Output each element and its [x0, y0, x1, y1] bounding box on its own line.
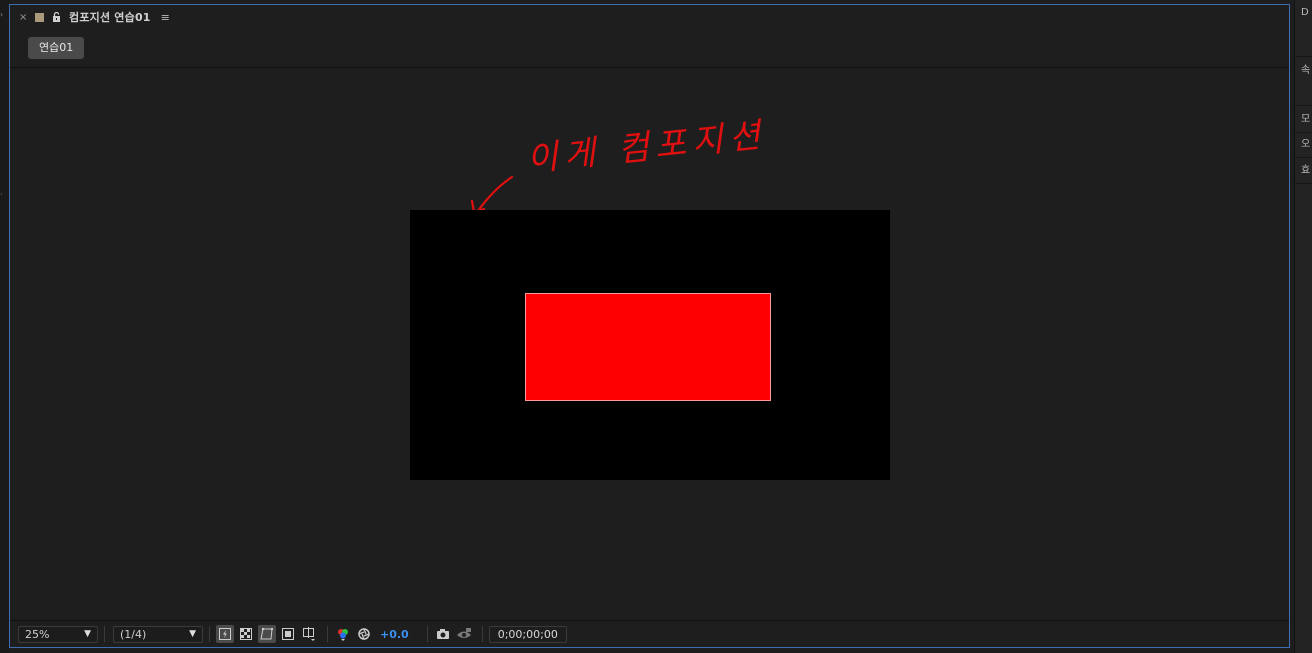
lock-icon[interactable]: [52, 12, 61, 22]
left-panel-edge: › ·: [0, 0, 9, 653]
region-of-interest-button[interactable]: [279, 625, 297, 643]
chevron-down-icon: ▼: [189, 629, 196, 639]
zoom-dropdown[interactable]: 25% ▼: [18, 625, 98, 643]
show-channel-button[interactable]: [334, 625, 352, 643]
mask-path-icon: [260, 628, 273, 640]
toolbar-divider: [426, 626, 428, 642]
composition-panel: × 컴포지션 연습01 ≡ 연습01 이게 컴포지션 25% ▼ (1/4) ▼…: [9, 4, 1290, 648]
resolution-dropdown[interactable]: (1/4) ▼: [113, 625, 203, 643]
zoom-value: 25%: [25, 627, 50, 641]
current-time-display[interactable]: 0;00;00;00: [488, 625, 567, 643]
transparency-grid-button[interactable]: [237, 625, 255, 643]
composition-breadcrumb-button[interactable]: 연습01: [28, 37, 85, 59]
breadcrumb: 연습01: [10, 29, 1289, 68]
right-panel-tab[interactable]: 효: [1295, 160, 1312, 184]
toolbar-divider: [327, 626, 328, 642]
composition-canvas[interactable]: [410, 210, 890, 480]
composition-viewer[interactable]: 이게 컴포지션: [10, 68, 1289, 622]
fast-previews-button[interactable]: [216, 625, 234, 643]
panel-tab-title[interactable]: 컴포지션 연습01: [69, 9, 151, 25]
chevron-down-icon: ▼: [84, 629, 91, 639]
resolution-value: (1/4): [120, 627, 147, 641]
right-panel-tab[interactable]: 오: [1295, 134, 1312, 158]
camera-icon: [436, 629, 449, 639]
guides-grid-button[interactable]: [300, 625, 318, 643]
viewer-toolbar: 25% ▼ (1/4) ▼ +0.0 0;00;00;00: [10, 620, 1289, 647]
eye-snapshot-icon: [456, 628, 471, 638]
region-icon: [282, 628, 294, 640]
right-panel-tab[interactable]: D: [1295, 2, 1312, 57]
reset-exposure-button[interactable]: [355, 625, 373, 643]
exposure-value[interactable]: +0.0: [380, 628, 409, 641]
left-edge-mark: ›: [0, 10, 4, 19]
right-panel-tab[interactable]: 모: [1295, 109, 1312, 133]
red-solid-layer[interactable]: [526, 294, 770, 400]
right-panel-tab[interactable]: 속: [1295, 60, 1312, 106]
panel-menu-icon[interactable]: ≡: [161, 11, 170, 24]
toolbar-divider: [104, 626, 105, 642]
panel-header: × 컴포지션 연습01 ≡: [10, 5, 1289, 29]
annotation-text: 이게 컴포지션: [525, 115, 768, 180]
rgb-channel-icon: [338, 629, 348, 641]
show-snapshot-button[interactable]: [455, 625, 473, 643]
handwritten-annotation: 이게 컴포지션: [470, 115, 768, 214]
checkerboard-icon: [240, 628, 252, 640]
close-icon[interactable]: ×: [19, 12, 29, 23]
toolbar-divider: [481, 626, 483, 642]
aperture-icon: [358, 628, 370, 640]
right-side-panel: D 속 모 오 효: [1294, 0, 1312, 653]
grid-guides-icon: [303, 627, 315, 641]
label-color-swatch[interactable]: [35, 12, 44, 22]
lightning-icon: [219, 628, 231, 640]
take-snapshot-button[interactable]: [434, 625, 452, 643]
left-edge-mark: ·: [0, 190, 3, 199]
mask-visibility-button[interactable]: [258, 625, 276, 643]
toolbar-divider: [209, 626, 210, 642]
